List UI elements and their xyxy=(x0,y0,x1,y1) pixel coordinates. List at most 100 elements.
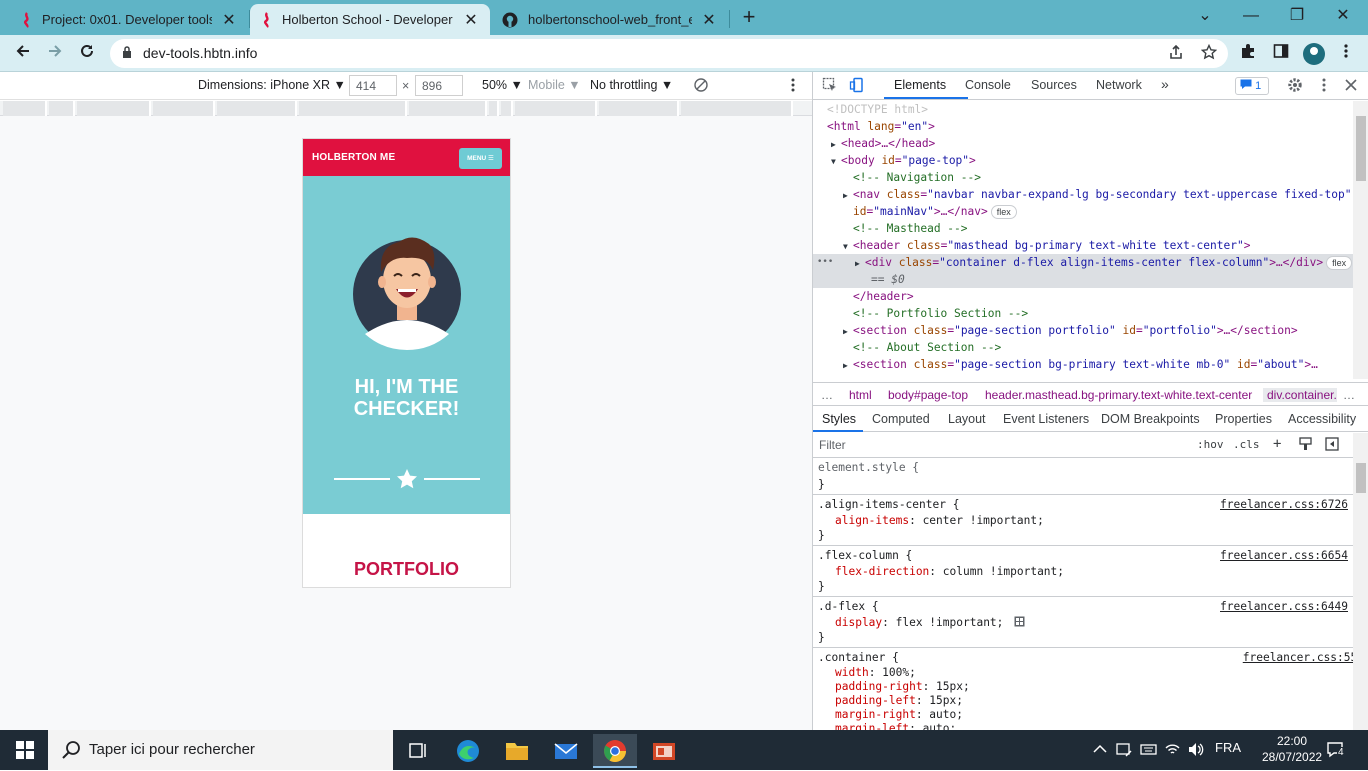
breadcrumb-html[interactable]: html xyxy=(849,388,872,402)
media-query-ruler[interactable] xyxy=(0,101,812,116)
device-toggle-icon[interactable] xyxy=(848,77,866,95)
close-icon[interactable]: ✕ xyxy=(220,10,238,30)
style-rule[interactable]: .align-items-center { freelancer.css:672… xyxy=(813,495,1353,546)
flex-badge[interactable]: flex xyxy=(1326,256,1353,270)
paint-icon[interactable] xyxy=(1299,437,1313,454)
dom-comment-masthead[interactable]: <!-- Masthead --> xyxy=(813,220,1353,237)
tab-elements[interactable]: Elements xyxy=(894,78,946,92)
style-rule[interactable]: .d-flex { freelancer.css:6449 display: f… xyxy=(813,597,1353,648)
maximize-button[interactable]: ❐ xyxy=(1274,4,1320,30)
emulated-page[interactable]: HOLBERTON ME MENU ☰ HI, I'M THE CHECKER!… xyxy=(302,138,511,588)
breadcrumb-div[interactable]: div.container. xyxy=(1263,388,1337,402)
chevron-down-icon[interactable]: ⌄ xyxy=(1182,4,1228,30)
dom-node-section-portfolio[interactable]: ▶ <section class="page-section portfolio"… xyxy=(813,322,1353,339)
more-vertical-icon[interactable] xyxy=(791,77,795,96)
rule-source-link[interactable]: freelancer.css:6449 xyxy=(1220,600,1348,613)
windows-start-icon[interactable] xyxy=(16,741,34,759)
dom-comment-about[interactable]: <!-- About Section --> xyxy=(813,339,1353,356)
dom-node-doctype[interactable]: <!DOCTYPE html> xyxy=(813,101,1353,118)
dom-node-head[interactable]: ▶ <head>…</head> xyxy=(813,135,1353,152)
ruler-segment[interactable] xyxy=(409,101,487,116)
rule-source-link[interactable]: freelancer.css:6654 xyxy=(1220,549,1348,562)
taskbar-search[interactable]: Taper ici pour rechercher xyxy=(48,730,393,770)
close-icon[interactable]: ✕ xyxy=(462,10,480,30)
volume-icon[interactable] xyxy=(1187,741,1205,758)
tab-github[interactable]: holbertonschool-web_front_end/ ✕ xyxy=(490,4,728,35)
hov-toggle[interactable]: :hov xyxy=(1197,438,1224,451)
tab-event-listeners[interactable]: Event Listeners xyxy=(1003,412,1089,426)
dom-node-body[interactable]: ▼ <body id="page-top"> xyxy=(813,152,1353,169)
url-text[interactable]: dev-tools.hbtn.info xyxy=(143,45,257,61)
bookmark-star-icon[interactable] xyxy=(1199,43,1219,64)
search-input[interactable]: Taper ici pour rechercher xyxy=(89,741,255,758)
toggle-sidebar-icon[interactable] xyxy=(1325,437,1339,454)
device-width-input[interactable]: 414 xyxy=(349,75,397,96)
rule-source-link[interactable]: freelancer.css:6726 xyxy=(1220,498,1348,511)
share-icon[interactable] xyxy=(1166,44,1186,64)
tab-network[interactable]: Network xyxy=(1096,78,1142,92)
tab-styles[interactable]: Styles xyxy=(822,412,856,426)
close-icon[interactable]: ✕ xyxy=(700,10,718,30)
throttling-select[interactable]: No throttling ▼ xyxy=(590,78,673,92)
wifi-icon[interactable] xyxy=(1164,741,1181,758)
keyboard-icon[interactable] xyxy=(1140,741,1157,758)
dom-node-nav[interactable]: ▶ <nav class="navbar navbar-expand-lg bg-… xyxy=(813,186,1353,203)
breadcrumb-more-right[interactable]: … xyxy=(1343,388,1355,402)
new-style-rule-button[interactable]: + xyxy=(1273,436,1281,452)
inspect-element-icon[interactable] xyxy=(821,77,839,95)
tab-properties[interactable]: Properties xyxy=(1215,412,1272,426)
dom-node-nav-cont[interactable]: id="mainNav">…</nav> flex xyxy=(813,203,1353,220)
dom-node-section-about[interactable]: ▶ <section class="page-section bg-primary… xyxy=(813,356,1353,373)
style-rule[interactable]: .flex-column { freelancer.css:6654 flex-… xyxy=(813,546,1353,597)
flex-badge[interactable]: flex xyxy=(990,205,1017,219)
cls-toggle[interactable]: .cls xyxy=(1233,438,1260,451)
styles-scrollbar[interactable] xyxy=(1353,433,1368,730)
dom-node-html[interactable]: <html lang="en"> xyxy=(813,118,1353,135)
dom-scrollbar[interactable] xyxy=(1353,101,1368,379)
dom-comment-navigation[interactable]: <!-- Navigation --> xyxy=(813,169,1353,186)
ruler-segment[interactable] xyxy=(489,101,499,116)
dom-node-header-close[interactable]: </header> xyxy=(813,288,1353,305)
ruler-segment[interactable] xyxy=(153,101,215,116)
breadcrumb-body[interactable]: body#page-top xyxy=(888,388,968,402)
ruler-segment[interactable] xyxy=(599,101,679,116)
more-vertical-icon[interactable] xyxy=(1315,77,1333,95)
ruler-segment[interactable] xyxy=(681,101,793,116)
scrollbar-thumb[interactable] xyxy=(1356,116,1366,181)
presentation-app-icon[interactable] xyxy=(642,734,686,768)
forward-button[interactable] xyxy=(42,41,68,65)
style-rule[interactable]: .container { freelancer.css:555 width: 1… xyxy=(813,648,1353,730)
notification-center-icon[interactable]: 4 xyxy=(1326,740,1346,760)
flexbox-editor-icon[interactable] xyxy=(1014,616,1025,627)
zoom-select[interactable]: 50% ▼ xyxy=(482,78,523,92)
gear-icon[interactable] xyxy=(1286,77,1304,95)
filter-input[interactable]: Filter xyxy=(819,438,846,452)
reload-button[interactable] xyxy=(74,41,100,65)
site-brand[interactable]: HOLBERTON ME xyxy=(312,152,395,163)
ruler-segment[interactable] xyxy=(3,101,47,116)
tab-accessibility[interactable]: Accessibility xyxy=(1288,412,1356,426)
tab-dom-breakpoints[interactable]: DOM Breakpoints xyxy=(1101,412,1200,426)
task-view-icon[interactable] xyxy=(396,734,440,768)
close-icon[interactable] xyxy=(1342,77,1360,95)
extensions-icon[interactable] xyxy=(1238,43,1258,63)
taskbar-clock[interactable]: 22:00 28/07/2022 xyxy=(1262,733,1322,765)
chevron-up-icon[interactable] xyxy=(1093,744,1107,754)
style-rule[interactable]: element.style { } xyxy=(813,458,1353,495)
chrome-icon[interactable] xyxy=(593,734,637,768)
style-rules[interactable]: element.style { } .align-items-center { … xyxy=(813,458,1353,730)
issues-button[interactable]: 1 xyxy=(1235,77,1269,95)
mail-icon[interactable] xyxy=(544,734,588,768)
ruler-segment[interactable] xyxy=(49,101,75,116)
profile-avatar[interactable] xyxy=(1303,43,1325,65)
tab-sources[interactable]: Sources xyxy=(1031,78,1077,92)
tab-computed[interactable]: Computed xyxy=(872,412,930,426)
menu-button[interactable]: MENU ☰ xyxy=(459,148,502,169)
ruler-segment[interactable] xyxy=(77,101,151,116)
ruler-segment[interactable] xyxy=(217,101,297,116)
rotate-icon[interactable] xyxy=(693,77,709,96)
more-vertical-icon[interactable] xyxy=(1336,43,1356,63)
tab-console[interactable]: Console xyxy=(965,78,1011,92)
ruler-segment[interactable] xyxy=(515,101,597,116)
scrollbar-thumb[interactable] xyxy=(1356,463,1366,493)
